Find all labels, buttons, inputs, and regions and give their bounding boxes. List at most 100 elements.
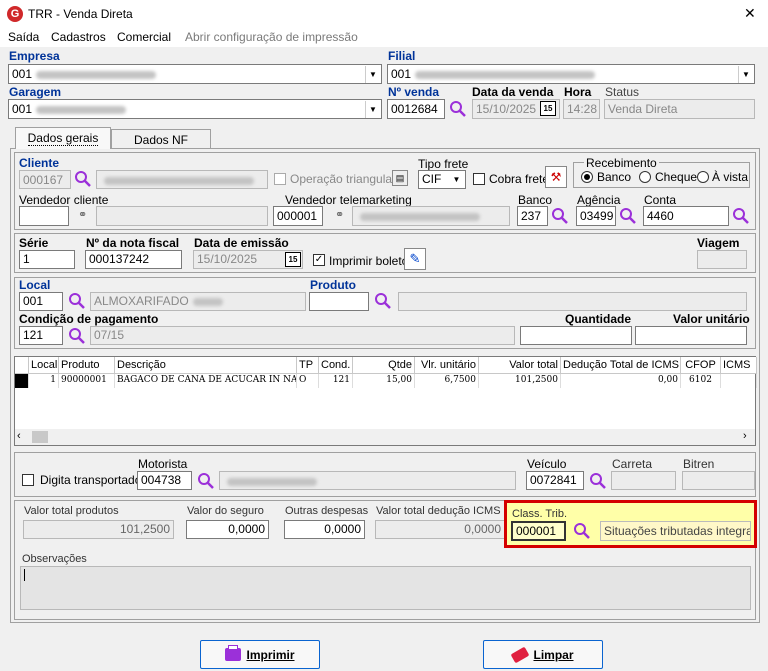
pen-icon[interactable]: ✎: [404, 248, 426, 270]
scroll-right-icon[interactable]: ›: [743, 430, 747, 442]
col-header-tp[interactable]: TP: [297, 357, 319, 374]
search-icon[interactable]: [449, 100, 467, 118]
limpar-button[interactable]: Limpar: [483, 640, 603, 669]
emissao-label: Data de emissão: [194, 236, 289, 250]
col-header-icms[interactable]: ICMS: [721, 357, 757, 374]
search-icon[interactable]: [374, 292, 392, 310]
produto-input[interactable]: [309, 292, 369, 311]
conta-input[interactable]: 4460: [643, 206, 729, 226]
radio-avista[interactable]: [697, 171, 709, 183]
carreta-input[interactable]: [611, 471, 676, 490]
chevron-down-icon[interactable]: ▼: [365, 66, 380, 83]
cell-qtde: 15,00: [353, 374, 415, 388]
hora-input[interactable]: 14:28: [563, 99, 600, 119]
eraser-icon: [511, 646, 530, 663]
motorista-nome-input: [219, 471, 516, 490]
cobra-frete-checkbox[interactable]: [473, 173, 485, 185]
bitren-input[interactable]: [682, 471, 755, 490]
calendar-icon[interactable]: 15: [285, 252, 301, 267]
search-icon[interactable]: [68, 292, 86, 310]
garagem-combo[interactable]: 001 ▼: [8, 99, 382, 119]
col-header-valor-total[interactable]: Valor total: [479, 357, 561, 374]
document-icon[interactable]: ▤: [392, 170, 408, 186]
scroll-left-icon[interactable]: ‹: [17, 430, 21, 442]
tab-dados-gerais[interactable]: Dados gerais: [15, 127, 111, 149]
search-icon[interactable]: [197, 472, 215, 490]
col-header-descricao[interactable]: Descrição: [115, 357, 297, 374]
observacoes-textarea[interactable]: [20, 566, 751, 610]
filial-combo[interactable]: 001 ▼: [387, 64, 755, 84]
binoculars-icon[interactable]: ⚭: [78, 208, 87, 221]
horizontal-scrollbar[interactable]: ‹ ›: [15, 429, 755, 445]
chevron-down-icon[interactable]: ▼: [738, 66, 753, 83]
truck-config-icon[interactable]: ⚒: [545, 166, 567, 188]
viagem-input[interactable]: [697, 250, 747, 269]
vendedor-tele-input[interactable]: 000001: [273, 206, 323, 226]
col-header-cfop[interactable]: CFOP: [681, 357, 721, 374]
menu-saida[interactable]: Saída: [8, 30, 39, 44]
col-header-cond[interactable]: Cond.: [319, 357, 353, 374]
radio-cheque[interactable]: [639, 171, 651, 183]
table-row[interactable]: 1 90000001 BAGACO DE CANA DE ACUCAR IN N…: [15, 374, 757, 388]
operacao-triangular-checkbox[interactable]: [274, 173, 286, 185]
nvenda-input[interactable]: 0012684: [387, 99, 445, 119]
class-trib-input[interactable]: 000001: [511, 521, 566, 541]
radio-banco-label: Banco: [597, 170, 632, 184]
printer-icon: [225, 645, 242, 661]
numero-nf-label: Nº da nota fiscal: [86, 236, 180, 250]
veiculo-label: Veículo: [527, 457, 567, 471]
tipo-frete-select[interactable]: CIF ▼: [418, 170, 466, 189]
chevron-down-icon[interactable]: ▼: [449, 172, 464, 187]
motorista-input[interactable]: 004738: [137, 471, 192, 490]
cond-pag-input[interactable]: 121: [19, 326, 63, 345]
vendedor-tele-nome: [352, 206, 510, 226]
col-header-qtde[interactable]: Qtde: [353, 357, 415, 374]
cell-cond: 121: [319, 374, 353, 388]
valor-unitario-input[interactable]: [635, 326, 747, 345]
radio-banco[interactable]: [581, 171, 593, 183]
empresa-combo[interactable]: 001 ▼: [8, 64, 382, 84]
digita-transportador-checkbox[interactable]: [22, 474, 34, 486]
col-header-produto[interactable]: Produto: [59, 357, 115, 374]
carreta-label: Carreta: [612, 457, 653, 471]
binoculars-icon[interactable]: ⚭: [335, 208, 344, 221]
serie-input[interactable]: 1: [19, 250, 75, 269]
agencia-input[interactable]: 03499: [576, 206, 616, 226]
menu-abrir-config[interactable]: Abrir configuração de impressão: [185, 30, 358, 44]
search-icon[interactable]: [573, 522, 591, 540]
local-input[interactable]: 001: [19, 292, 63, 311]
col-header-local[interactable]: Local: [29, 357, 59, 374]
imprimir-button[interactable]: Imprimir: [200, 640, 320, 669]
menu-cadastros[interactable]: Cadastros: [51, 30, 106, 44]
cond-pag-label: Condição de pagamento: [19, 312, 159, 326]
imprimir-boleto-checkbox[interactable]: ✓: [313, 254, 325, 266]
vendedor-cliente-input[interactable]: [19, 206, 69, 226]
valor-seguro-input[interactable]: 0,0000: [186, 520, 269, 539]
col-selector: [15, 357, 29, 374]
search-icon[interactable]: [74, 170, 92, 188]
data-venda-label: Data da venda: [472, 85, 554, 99]
col-header-deducao-icms[interactable]: Dedução Total de ICMS: [561, 357, 681, 374]
cliente-input[interactable]: 000167: [19, 170, 71, 189]
search-icon[interactable]: [589, 472, 607, 490]
numero-nf-input[interactable]: 000137242: [85, 250, 182, 269]
calendar-icon[interactable]: 15: [540, 101, 556, 116]
search-icon[interactable]: [619, 207, 637, 225]
items-table[interactable]: Local Produto Descrição TP Cond. Qtde Vl…: [14, 356, 757, 446]
scroll-thumb[interactable]: [32, 431, 48, 443]
outras-despesas-input[interactable]: 0,0000: [284, 520, 365, 539]
chevron-down-icon[interactable]: ▼: [365, 101, 380, 118]
veiculo-input[interactable]: 0072841: [526, 471, 584, 490]
col-header-vlr-unitario[interactable]: Vlr. unitário: [415, 357, 479, 374]
close-icon[interactable]: ✕: [744, 5, 756, 22]
tab-dados-nf[interactable]: Dados NF: [111, 129, 211, 149]
menu-comercial[interactable]: Comercial: [117, 30, 171, 44]
cell-deducao-icms: 0,00: [561, 374, 681, 388]
class-trib-label: Class. Trib.: [512, 508, 568, 520]
quantidade-input[interactable]: [520, 326, 632, 345]
search-icon[interactable]: [551, 207, 569, 225]
search-icon[interactable]: [68, 327, 86, 345]
banco-input[interactable]: 237: [517, 206, 548, 226]
cell-descricao: BAGACO DE CANA DE ACUCAR IN NA: [115, 374, 297, 388]
search-icon[interactable]: [732, 207, 750, 225]
